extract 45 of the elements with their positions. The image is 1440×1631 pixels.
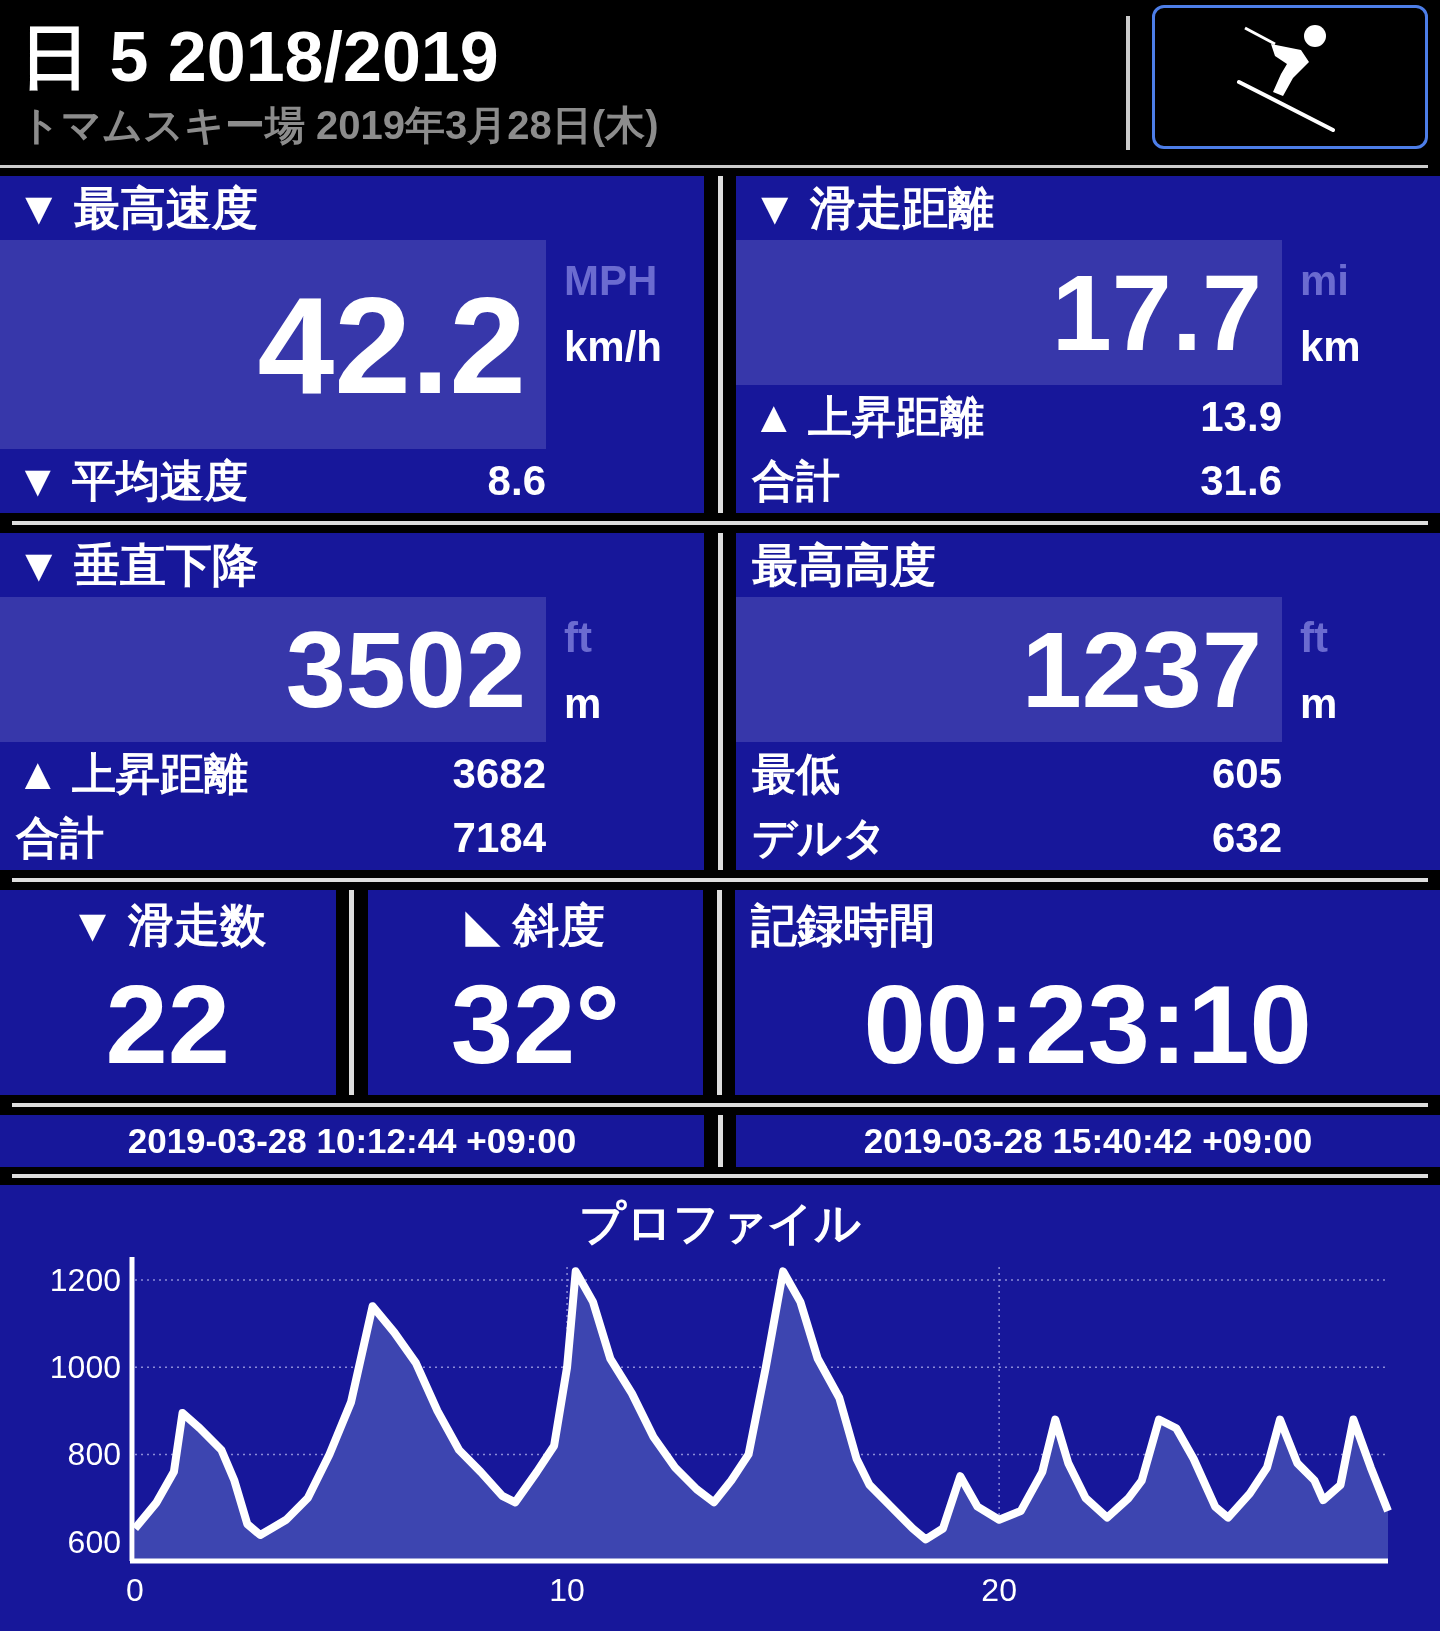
tile-value: 22: [104, 961, 232, 1089]
tile-value: 32°: [449, 961, 622, 1089]
stat-value: 31.6: [1200, 457, 1282, 505]
stat-value: 13.9: [1200, 393, 1282, 441]
axis-label: 20: [981, 1572, 1017, 1608]
stat-title: ▼ 最高速度: [15, 181, 260, 236]
stat-value: 605: [1211, 750, 1282, 798]
timestamp: 2019-03-28 15:40:42 +09:00: [736, 1115, 1440, 1167]
activity-button[interactable]: [1152, 4, 1428, 149]
stat-label: ▲ 上昇距離: [16, 747, 248, 800]
axis-label: 800: [67, 1436, 121, 1473]
resort-date: トマムスキー場 2019年3月28日(木): [20, 101, 660, 149]
stat-title: 最高高度: [751, 538, 937, 593]
axis-label: 10: [549, 1572, 585, 1608]
unit-label[interactable]: m: [1300, 671, 1338, 737]
stat-value: 7184: [452, 814, 546, 862]
stat-value: 632: [1211, 814, 1282, 862]
stat-label: ▲ 上昇距離: [752, 390, 984, 443]
unit-label[interactable]: m: [564, 671, 602, 737]
stat-label: 合計: [16, 811, 104, 864]
stat-value: 42.2: [0, 240, 546, 449]
stat-title: ▼ 垂直下降: [15, 538, 260, 593]
day-title: 日 5 2018/2019: [20, 16, 500, 98]
stat-title: ▼ 滑走距離: [751, 181, 996, 236]
stat-value: 17.7: [736, 240, 1282, 385]
stat-label: 合計: [752, 454, 840, 507]
stat-label: 最低: [752, 747, 840, 800]
tile-title: ▼ 滑走数: [68, 898, 267, 953]
chart-title: プロファイル: [579, 1196, 861, 1251]
axis-label: 1200: [49, 1262, 121, 1299]
timestamp: 2019-03-28 10:12:44 +09:00: [0, 1115, 704, 1167]
stat-label: ▼ 平均速度: [16, 454, 248, 507]
stat-label: デルタ: [752, 811, 887, 864]
tile-title: ◣ 斜度: [464, 898, 607, 953]
tile-value: 00:23:10: [862, 961, 1313, 1089]
unit-label[interactable]: km: [1300, 314, 1361, 380]
stat-value: 8.6: [487, 457, 546, 505]
stat-value: 3502: [0, 597, 546, 742]
axis-label: 1000: [49, 1349, 121, 1386]
axis-label: 600: [67, 1523, 121, 1560]
stat-value: 3682: [452, 750, 546, 798]
stat-value: 1237: [736, 597, 1282, 742]
tile-title: 記録時間: [750, 898, 937, 953]
axis-label: 0: [126, 1572, 144, 1608]
unit-label[interactable]: km/h: [564, 314, 663, 380]
